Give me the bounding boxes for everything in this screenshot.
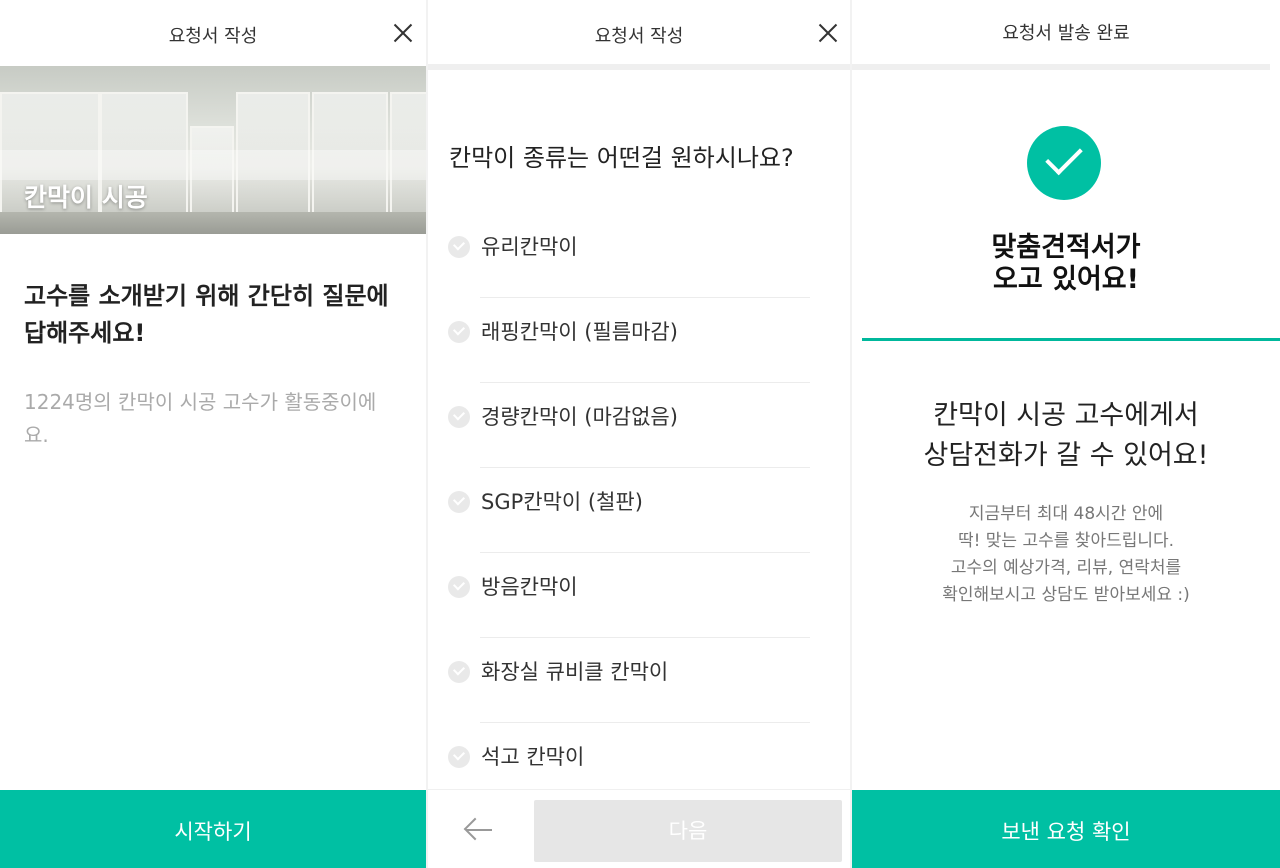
option-item[interactable]: 유리칸막이	[448, 212, 830, 298]
view-sent-request-button[interactable]: 보낸 요청 확인	[852, 790, 1280, 868]
bottom-bar: 다음	[428, 789, 850, 868]
question-title: 칸막이 종류는 어떤걸 원하시나요?	[449, 144, 794, 172]
progress-bar	[428, 64, 850, 70]
check-icon	[1027, 126, 1101, 200]
notice-line: 칸막이 시공 고수에게서	[933, 400, 1199, 431]
option-item[interactable]: 경량칸막이 (마감없음)	[448, 382, 830, 468]
intro-text: 고수를 소개받기 위해 간단히 질문에 답해주세요!	[24, 278, 414, 352]
check-circle-icon	[448, 576, 470, 598]
notice-line: 상담전화가 갈 수 있어요!	[923, 440, 1209, 471]
option-label: 화장실 큐비클 칸막이	[481, 660, 669, 684]
frosted-band	[0, 150, 426, 180]
arrow-head	[463, 817, 487, 841]
option-label: 방음칸막이	[481, 575, 578, 599]
header-title: 요청서 발송 완료	[1002, 23, 1130, 44]
check-circle-icon	[448, 746, 470, 768]
start-button[interactable]: 시작하기	[0, 790, 426, 868]
option-label: 래핑칸막이 (필름마감)	[481, 320, 678, 344]
option-item[interactable]: 방음칸막이	[448, 552, 830, 638]
floor	[0, 212, 426, 234]
intro-line: 고수를 소개받기 위해 간단히 질문에	[24, 282, 389, 310]
hero-label: 칸막이 시공	[24, 183, 148, 212]
option-label: 경량칸막이 (마감없음)	[481, 405, 678, 429]
pro-count-text: 1224명의 칸막이 시공 고수가 활동중이에 요.	[24, 386, 414, 452]
check-circle-icon	[448, 321, 470, 343]
desc-line: 고수의 예상가격, 리뷰, 연락처를	[950, 558, 1182, 578]
check-circle-icon	[448, 406, 470, 428]
header: 요청서 발송 완료	[852, 0, 1280, 66]
call-notice: 칸막이 시공 고수에게서 상담전화가 갈 수 있어요!	[852, 396, 1280, 476]
close-icon[interactable]	[816, 21, 840, 45]
option-item[interactable]: SGP칸막이 (철판)	[448, 467, 830, 553]
description: 지금부터 최대 48시간 안에 딱! 맞는 고수를 찾아드립니다. 고수의 예상…	[852, 501, 1280, 609]
intro-screen: 요청서 작성 칸막이 시공 고수를 소개받기 위해 간단히 질문에 답해주세요!…	[0, 0, 426, 868]
sub-line: 요.	[24, 423, 49, 447]
option-label: 유리칸막이	[481, 235, 578, 259]
check-circle-icon	[448, 661, 470, 683]
option-item[interactable]: 래핑칸막이 (필름마감)	[448, 297, 830, 383]
complete-screen: 요청서 발송 완료 맞춤견적서가 오고 있어요! 칸막이 시공 고수에게서 상담…	[852, 0, 1280, 868]
arrow-left-icon[interactable]	[463, 817, 494, 842]
header-title: 요청서 작성	[594, 26, 684, 47]
header: 요청서 작성	[0, 0, 426, 66]
accent-divider	[862, 338, 1280, 341]
header-title: 요청서 작성	[168, 26, 258, 47]
desc-line: 확인해보시고 상담도 받아보세요 :)	[942, 585, 1190, 605]
header: 요청서 작성	[428, 0, 850, 66]
sub-line: 1224명의 칸막이 시공 고수가 활동중이에	[24, 390, 377, 414]
option-label: SGP칸막이 (철판)	[481, 490, 643, 514]
headline-line: 오고 있어요!	[993, 264, 1139, 295]
check-mark	[1045, 137, 1083, 176]
desc-line: 지금부터 최대 48시간 안에	[968, 504, 1164, 524]
headline-line: 맞춤견적서가	[991, 232, 1141, 263]
next-button[interactable]: 다음	[534, 800, 842, 862]
hero-image: 칸막이 시공	[0, 66, 426, 234]
close-icon[interactable]	[391, 21, 415, 45]
check-circle-icon	[448, 491, 470, 513]
check-circle-icon	[448, 236, 470, 258]
option-label: 석고 칸막이	[481, 745, 585, 769]
progress-bar	[852, 64, 1270, 70]
intro-line: 답해주세요!	[24, 319, 146, 347]
desc-line: 딱! 맞는 고수를 찾아드립니다.	[957, 531, 1175, 551]
option-item[interactable]: 화장실 큐비클 칸막이	[448, 637, 830, 723]
headline: 맞춤견적서가 오고 있어요!	[852, 232, 1280, 296]
question-screen: 요청서 작성 칸막이 종류는 어떤걸 원하시나요? 유리칸막이 래핑칸막이 (필…	[428, 0, 850, 868]
